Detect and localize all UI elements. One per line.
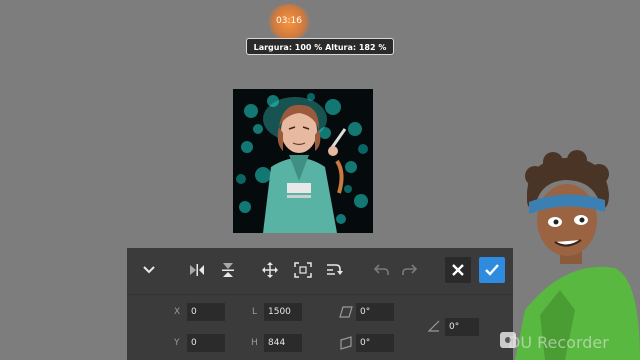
undo-icon[interactable] (370, 258, 394, 282)
skew-vertical-field[interactable]: 0° (356, 334, 394, 352)
streamer-avatar-overlay (505, 150, 640, 360)
x-label: X (174, 307, 181, 317)
flip-horizontal-icon[interactable] (185, 258, 209, 282)
rotate-icon[interactable] (322, 258, 346, 282)
watermark-text: DU Recorder (508, 333, 609, 352)
move-arrows-icon[interactable] (258, 258, 282, 282)
chevron-down-icon[interactable] (137, 258, 161, 282)
character-illustration (515, 150, 640, 360)
width-label: L (252, 307, 258, 317)
rotation-field[interactable]: 0° (445, 318, 479, 336)
redo-icon[interactable] (397, 258, 421, 282)
fit-frame-icon[interactable] (291, 258, 315, 282)
height-field[interactable]: 844 (264, 334, 302, 352)
skew-horizontal-field[interactable]: 0° (356, 303, 394, 321)
close-icon (452, 264, 464, 276)
transform-toolbar: X 0 Y 0 L 1500 H 844 0° 0° 0° (127, 248, 513, 360)
height-label: H (251, 338, 258, 348)
toolbar-divider (127, 294, 513, 295)
y-field[interactable]: 0 (187, 334, 225, 352)
angle-icon (428, 320, 440, 332)
confirm-button[interactable] (479, 257, 505, 283)
artwork-layer[interactable] (233, 89, 373, 233)
cancel-button[interactable] (445, 257, 471, 283)
artwork-image (233, 89, 373, 233)
width-field[interactable]: 1500 (264, 303, 302, 321)
dimensions-readout: Largura: 100 % Altura: 182 % (246, 38, 394, 55)
skew-vertical-icon (340, 336, 352, 350)
skew-horizontal-icon (339, 306, 353, 318)
recording-time: 03:16 (276, 16, 302, 26)
x-field[interactable]: 0 (187, 303, 225, 321)
check-icon (485, 264, 499, 276)
y-label: Y (174, 338, 180, 348)
flip-vertical-icon[interactable] (216, 258, 240, 282)
